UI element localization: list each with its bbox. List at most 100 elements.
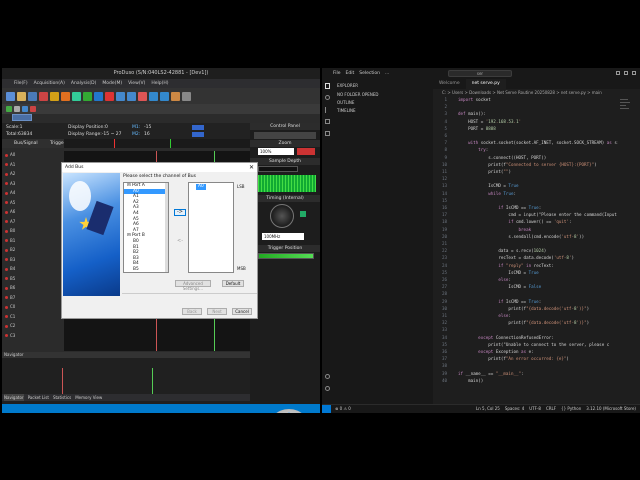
- code-line[interactable]: print(f"Connected to server {HOST}:{PORT…: [458, 162, 596, 167]
- record-icon[interactable]: [39, 91, 48, 101]
- rate-select[interactable]: 100MHz: [262, 233, 304, 240]
- code-editor[interactable]: 1 import socket 2 3 def main(): 4 HOST = '192…: [433, 97, 633, 404]
- open-icon[interactable]: [17, 91, 26, 101]
- source-control-icon[interactable]: [325, 107, 330, 113]
- tool-icon[interactable]: [30, 106, 36, 112]
- cancel-button[interactable]: Cancel: [232, 308, 252, 315]
- menu-acquisition[interactable]: Acquisition(A): [34, 79, 65, 88]
- tab-welcome[interactable]: Welcome: [433, 79, 466, 89]
- tool-icon[interactable]: [14, 106, 20, 112]
- menu-analysis[interactable]: Analysis(D): [71, 79, 97, 88]
- channel-row[interactable]: B6: [2, 284, 64, 292]
- timeline-section[interactable]: TIMELINE: [337, 108, 356, 113]
- channel-row[interactable]: B1: [2, 237, 64, 245]
- indentation[interactable]: Spaces: 4: [505, 405, 524, 413]
- zoom-in-icon[interactable]: [116, 91, 125, 101]
- code-line[interactable]: s.connect((HOST, PORT)): [458, 155, 546, 160]
- marker-icon[interactable]: [138, 91, 147, 101]
- channel-row[interactable]: A3: [2, 180, 64, 188]
- tab-memory-view[interactable]: Memory View: [75, 394, 102, 401]
- code-line[interactable]: try:: [458, 147, 488, 152]
- channel-row[interactable]: A7: [2, 218, 64, 226]
- menu-file[interactable]: File: [333, 68, 341, 79]
- menu-selection[interactable]: Selection: [359, 68, 380, 79]
- star-icon[interactable]: [50, 91, 59, 101]
- back-button[interactable]: Back: [182, 308, 202, 315]
- zoom-button[interactable]: [297, 148, 315, 155]
- layout-icon[interactable]: [182, 91, 191, 101]
- device-tab[interactable]: [12, 114, 32, 121]
- code-line[interactable]: if "reply" in recText:: [458, 263, 554, 268]
- channel-row[interactable]: B0: [2, 227, 64, 235]
- code-line[interactable]: print("Unable to connect to the server, …: [458, 342, 609, 347]
- menu-edit[interactable]: Edit: [346, 68, 355, 79]
- stop-icon[interactable]: [94, 91, 103, 101]
- run-debug-icon[interactable]: [325, 119, 330, 124]
- channel-row[interactable]: C2: [2, 322, 64, 330]
- measure-icon[interactable]: [160, 91, 169, 101]
- zoom-out-icon[interactable]: [127, 91, 136, 101]
- settings-icon[interactable]: [61, 91, 70, 101]
- channel-row[interactable]: B3: [2, 256, 64, 264]
- code-line[interactable]: print(f"{data.decode('utf-8')}"): [458, 320, 589, 325]
- channel-row[interactable]: C3: [2, 332, 64, 340]
- code-line[interactable]: if IsCMD == True:: [458, 299, 541, 304]
- code-line[interactable]: if cmd.lower() == 'quit':: [458, 219, 571, 224]
- channel-row[interactable]: C1: [2, 313, 64, 321]
- code-line[interactable]: s.sendall(cmd.encode('utf-8')): [458, 234, 584, 239]
- code-line[interactable]: IsCMD = True: [458, 270, 538, 275]
- account-icon[interactable]: [325, 374, 330, 379]
- next-button[interactable]: Next: [207, 308, 227, 315]
- channel-row[interactable]: B5: [2, 275, 64, 283]
- trigger-position-slider[interactable]: [258, 253, 314, 259]
- channel-row[interactable]: A0: [2, 151, 64, 159]
- cursor-icon[interactable]: [149, 91, 158, 101]
- command-search[interactable]: ser: [448, 70, 512, 77]
- control-tabs[interactable]: [254, 132, 316, 139]
- code-line[interactable]: print(""): [458, 169, 511, 174]
- outline-section[interactable]: OUTLINE: [337, 100, 354, 105]
- menu-mode[interactable]: Mode(M): [102, 79, 122, 88]
- channel-row[interactable]: A6: [2, 208, 64, 216]
- channel-row[interactable]: A4: [2, 189, 64, 197]
- line-ending[interactable]: CRLF: [546, 405, 556, 413]
- code-line[interactable]: cmd = input("Please enter the command(In…: [458, 212, 616, 217]
- code-line[interactable]: IsCMD = True: [458, 183, 518, 188]
- breadcrumb[interactable]: C: > Users > Downloads > Net Serve Routi…: [433, 89, 640, 96]
- sample-depth-select[interactable]: [258, 166, 298, 172]
- channel-row[interactable]: C0: [2, 303, 64, 311]
- minimap[interactable]: [618, 97, 632, 147]
- new-icon[interactable]: [6, 91, 15, 101]
- zoom-select[interactable]: 100%: [258, 148, 294, 155]
- encoding[interactable]: UTF-8: [529, 405, 541, 413]
- code-line[interactable]: except ConnectionRefusedError:: [458, 335, 554, 340]
- problems-indicator[interactable]: ⊗ 0 ⚠ 0: [335, 405, 351, 413]
- search-icon[interactable]: [325, 95, 330, 100]
- default-button[interactable]: Default: [222, 280, 244, 287]
- code-line[interactable]: else:: [458, 277, 511, 282]
- channel-row[interactable]: B7: [2, 294, 64, 302]
- menu-more[interactable]: ...: [385, 68, 389, 79]
- channel-row[interactable]: A2: [2, 170, 64, 178]
- channel-row[interactable]: B2: [2, 246, 64, 254]
- tab-navigator[interactable]: Navigator: [4, 394, 24, 401]
- code-line[interactable]: data = s.recv(1024): [458, 248, 546, 253]
- play-icon[interactable]: [72, 91, 81, 101]
- channel-row[interactable]: B4: [2, 265, 64, 273]
- code-line[interactable]: with socket.socket(socket.AF_INET, socke…: [458, 140, 619, 145]
- code-line[interactable]: PORT = 8888: [458, 126, 496, 131]
- tab-packet-list[interactable]: Packet List: [28, 394, 49, 401]
- selected-channels-list[interactable]: A0: [188, 182, 234, 273]
- tab-net-serve[interactable]: net serve.py: [465, 79, 506, 89]
- remote-icon[interactable]: [322, 405, 331, 413]
- no-folder-section[interactable]: NO FOLDER OPENED: [337, 92, 378, 97]
- list-scrollbar[interactable]: [165, 183, 168, 272]
- code-line[interactable]: break: [458, 227, 532, 232]
- code-line[interactable]: main(): [458, 378, 483, 383]
- code-line[interactable]: else:: [458, 313, 511, 318]
- tool-icon[interactable]: [22, 106, 28, 112]
- list-item[interactable]: B6: [124, 273, 168, 274]
- trigger-icon[interactable]: [105, 91, 114, 101]
- code-line[interactable]: if __name__ == "__main__":: [458, 371, 524, 376]
- available-channels-list[interactable]: ⊟ Port A A0 A1 A2 A3 A4 A5 A6 A7 ⊟ Port …: [123, 182, 169, 273]
